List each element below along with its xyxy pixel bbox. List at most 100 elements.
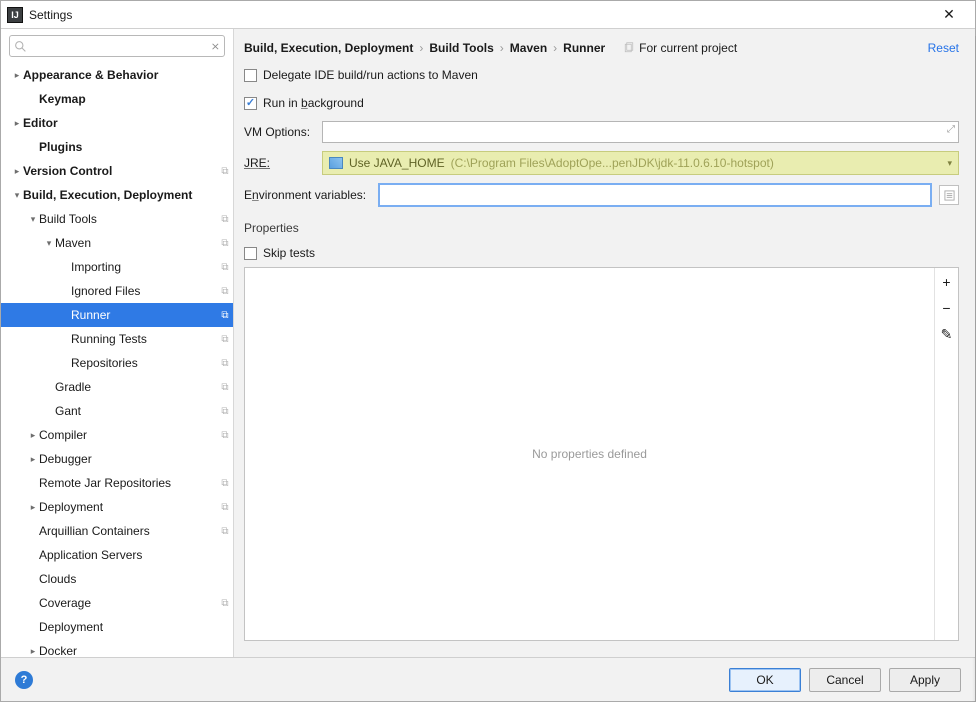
tree-node-label: Build, Execution, Deployment (23, 188, 217, 202)
tree-node-label: Application Servers (39, 548, 217, 562)
list-icon (944, 190, 955, 201)
dialog-footer: ? OK Cancel Apply (1, 657, 975, 701)
tree-node-arquillian-containers[interactable]: Arquillian Containers⧉ (1, 519, 233, 543)
settings-main: Build, Execution, Deployment › Build Tools… (234, 29, 975, 657)
cancel-button[interactable]: Cancel (809, 668, 881, 692)
ok-button[interactable]: OK (729, 668, 801, 692)
copy-scope-icon: ⧉ (217, 166, 233, 177)
jre-dropdown[interactable]: Use JAVA_HOME (C:\Program Files\AdoptOpe… (322, 151, 959, 175)
tree-node-maven[interactable]: ▾Maven⧉ (1, 231, 233, 255)
tree-node-clouds[interactable]: Clouds (1, 567, 233, 591)
reset-link[interactable]: Reset (928, 41, 959, 55)
chevron-right-icon: ▸ (11, 118, 23, 129)
tree-node-label: Appearance & Behavior (23, 68, 217, 82)
tree-node-editor[interactable]: ▸Editor (1, 111, 233, 135)
tree-node-label: Deployment (39, 500, 217, 514)
tree-node-keymap[interactable]: Keymap (1, 87, 233, 111)
env-browse-button[interactable] (939, 185, 959, 205)
tree-node-gradle[interactable]: Gradle⧉ (1, 375, 233, 399)
remove-button[interactable]: − (942, 300, 950, 316)
tree-node-docker[interactable]: ▸Docker (1, 639, 233, 657)
chevron-right-icon: ▸ (11, 166, 23, 177)
tree-node-gant[interactable]: Gant⧉ (1, 399, 233, 423)
delegate-checkbox[interactable] (244, 69, 257, 82)
search-input[interactable] (31, 39, 211, 53)
tree-node-remote-jar-repositories[interactable]: Remote Jar Repositories⧉ (1, 471, 233, 495)
tree-node-application-servers[interactable]: Application Servers (1, 543, 233, 567)
breadcrumb-item[interactable]: Build, Execution, Deployment (244, 41, 413, 55)
tree-node-appearance-behavior[interactable]: ▸Appearance & Behavior (1, 63, 233, 87)
titlebar: IJ Settings ✕ (1, 1, 975, 29)
help-button[interactable]: ? (15, 671, 33, 689)
jre-field: JRE: Use JAVA_HOME (C:\Program Files\Ado… (244, 151, 959, 175)
expand-icon[interactable]: ⤢ (947, 124, 955, 135)
tree-node-label: Importing (71, 260, 217, 274)
skip-tests-checkbox[interactable] (244, 247, 257, 260)
breadcrumb-item[interactable]: Runner (563, 41, 605, 55)
tree-node-plugins[interactable]: Plugins (1, 135, 233, 159)
scope-label: For current project (639, 41, 737, 55)
copy-scope-icon: ⧉ (217, 478, 233, 489)
background-label: Run in background (263, 96, 364, 110)
close-button[interactable]: ✕ (929, 6, 969, 23)
breadcrumb-separator: › (419, 41, 423, 55)
chevron-down-icon: ▾ (11, 190, 23, 201)
add-button[interactable]: + (942, 274, 950, 290)
breadcrumb-item[interactable]: Build Tools (429, 41, 493, 55)
settings-tree[interactable]: ▸Appearance & BehaviorKeymap▸EditorPlugi… (1, 63, 233, 657)
tree-node-running-tests[interactable]: Running Tests⧉ (1, 327, 233, 351)
tree-node-label: Build Tools (39, 212, 217, 226)
tree-node-compiler[interactable]: ▸Compiler⧉ (1, 423, 233, 447)
vm-options-input[interactable] (327, 125, 954, 139)
copy-scope-icon: ⧉ (217, 262, 233, 273)
tree-node-label: Debugger (39, 452, 217, 466)
clear-search-icon[interactable]: ⨯ (211, 40, 220, 53)
tree-node-importing[interactable]: Importing⧉ (1, 255, 233, 279)
breadcrumb: Build, Execution, Deployment › Build Tools… (244, 41, 605, 55)
env-label: Environment variables: (244, 188, 370, 202)
tree-node-label: Plugins (39, 140, 217, 154)
tree-node-debugger[interactable]: ▸Debugger (1, 447, 233, 471)
tree-node-label: Maven (55, 236, 217, 250)
breadcrumb-item[interactable]: Maven (510, 41, 547, 55)
chevron-down-icon: ▾ (43, 238, 55, 249)
background-checkbox[interactable] (244, 97, 257, 110)
tree-node-deployment[interactable]: Deployment (1, 615, 233, 639)
tree-node-build-execution-deployment[interactable]: ▾Build, Execution, Deployment (1, 183, 233, 207)
vm-options-input-wrap[interactable]: ⤢ (322, 121, 959, 143)
copy-scope-icon: ⧉ (217, 334, 233, 345)
jdk-icon (329, 157, 343, 169)
background-checkbox-row[interactable]: Run in background (244, 93, 959, 113)
search-icon (14, 40, 27, 53)
copy-scope-icon: ⧉ (217, 286, 233, 297)
copy-scope-icon: ⧉ (217, 358, 233, 369)
copy-scope-icon: ⧉ (217, 430, 233, 441)
apply-button[interactable]: Apply (889, 668, 961, 692)
copy-scope-icon: ⧉ (217, 238, 233, 249)
breadcrumb-separator: › (553, 41, 557, 55)
tree-node-label: Version Control (23, 164, 217, 178)
delegate-label: Delegate IDE build/run actions to Maven (263, 68, 478, 82)
tree-node-coverage[interactable]: Coverage⧉ (1, 591, 233, 615)
env-input-wrap[interactable] (378, 183, 932, 207)
tree-node-label: Arquillian Containers (39, 524, 217, 538)
skip-tests-row[interactable]: Skip tests (244, 243, 959, 263)
edit-button[interactable]: ✎ (941, 326, 953, 343)
tree-node-version-control[interactable]: ▸Version Control⧉ (1, 159, 233, 183)
tree-node-repositories[interactable]: Repositories⧉ (1, 351, 233, 375)
skip-tests-label: Skip tests (263, 246, 315, 260)
tree-node-build-tools[interactable]: ▾Build Tools⧉ (1, 207, 233, 231)
copy-scope-icon: ⧉ (217, 382, 233, 393)
search-box[interactable]: ⨯ (9, 35, 225, 57)
tree-node-ignored-files[interactable]: Ignored Files⧉ (1, 279, 233, 303)
tree-node-deployment[interactable]: ▸Deployment⧉ (1, 495, 233, 519)
delegate-checkbox-row[interactable]: Delegate IDE build/run actions to Maven (244, 65, 959, 85)
copy-icon (623, 42, 635, 54)
copy-scope-icon: ⧉ (217, 526, 233, 537)
jre-label: JRE: (244, 156, 314, 170)
tree-node-label: Running Tests (71, 332, 217, 346)
tree-node-label: Docker (39, 644, 217, 657)
env-input[interactable] (383, 188, 927, 202)
tree-node-label: Ignored Files (71, 284, 217, 298)
tree-node-runner[interactable]: Runner⧉ (1, 303, 233, 327)
